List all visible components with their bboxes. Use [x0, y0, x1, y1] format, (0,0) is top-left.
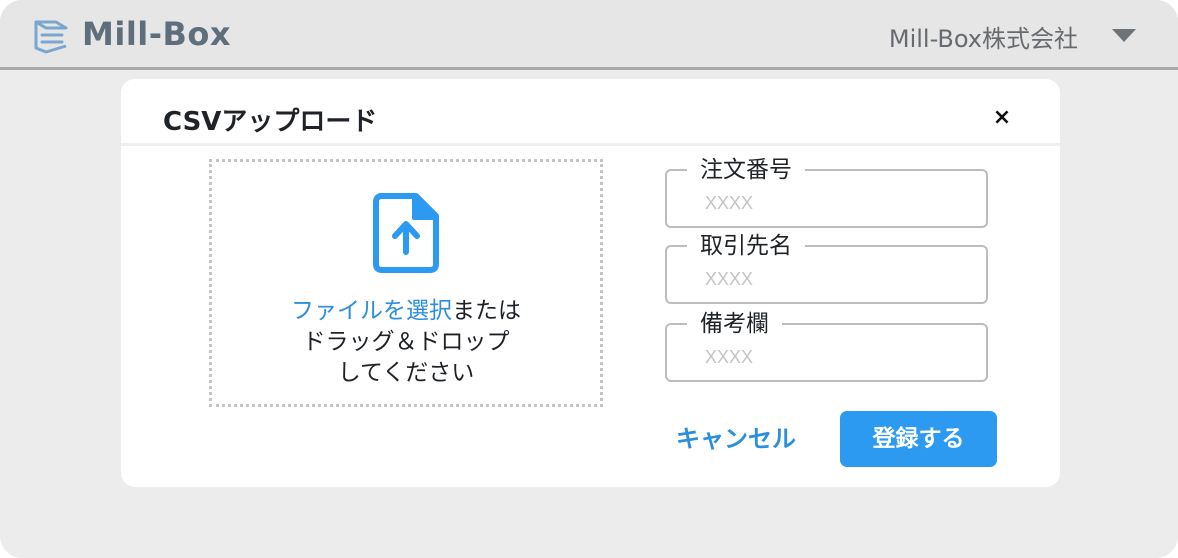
client-name-input[interactable]: [705, 265, 965, 293]
client-name-field: 取引先名: [665, 232, 988, 304]
file-upload-icon: [373, 193, 439, 273]
register-button[interactable]: 登録する: [840, 411, 997, 467]
order-number-field: 注文番号: [665, 156, 988, 228]
close-button[interactable]: ×: [987, 103, 1017, 133]
dropzone-line-1: ファイルを選択または: [212, 296, 600, 327]
dropzone-instructions: ファイルを選択または ドラッグ＆ドロップ してください: [212, 296, 600, 389]
remarks-label: 備考欄: [687, 310, 782, 338]
select-file-link[interactable]: ファイルを選択: [291, 298, 452, 324]
dropzone-line-2: ドラッグ＆ドロップ: [302, 329, 510, 355]
stacked-boxes-logo-icon: [34, 20, 68, 54]
dropzone-line-1-rest: または: [452, 298, 521, 324]
app-window: Mill-Box Mill-Box株式会社 CSVアップロード × ファイルを選…: [0, 0, 1178, 558]
csv-upload-dialog: CSVアップロード × ファイルを選択または ドラッグ＆ドロップ してください …: [121, 79, 1060, 487]
app-logo-text: Mill-Box: [82, 15, 232, 53]
dialog-divider: [121, 143, 1060, 146]
app-header: Mill-Box Mill-Box株式会社: [0, 0, 1178, 70]
order-number-input[interactable]: [705, 189, 965, 217]
cancel-button[interactable]: キャンセル: [661, 419, 811, 459]
dialog-title: CSVアップロード: [163, 107, 378, 137]
order-number-label: 注文番号: [687, 156, 805, 184]
dropzone-line-3: してください: [337, 360, 475, 386]
client-name-label: 取引先名: [687, 232, 805, 260]
remarks-field: 備考欄: [665, 310, 988, 382]
file-dropzone[interactable]: ファイルを選択または ドラッグ＆ドロップ してください: [209, 159, 603, 407]
caret-down-icon[interactable]: [1112, 29, 1136, 42]
remarks-input[interactable]: [705, 343, 965, 371]
company-name[interactable]: Mill-Box株式会社: [889, 19, 1078, 54]
